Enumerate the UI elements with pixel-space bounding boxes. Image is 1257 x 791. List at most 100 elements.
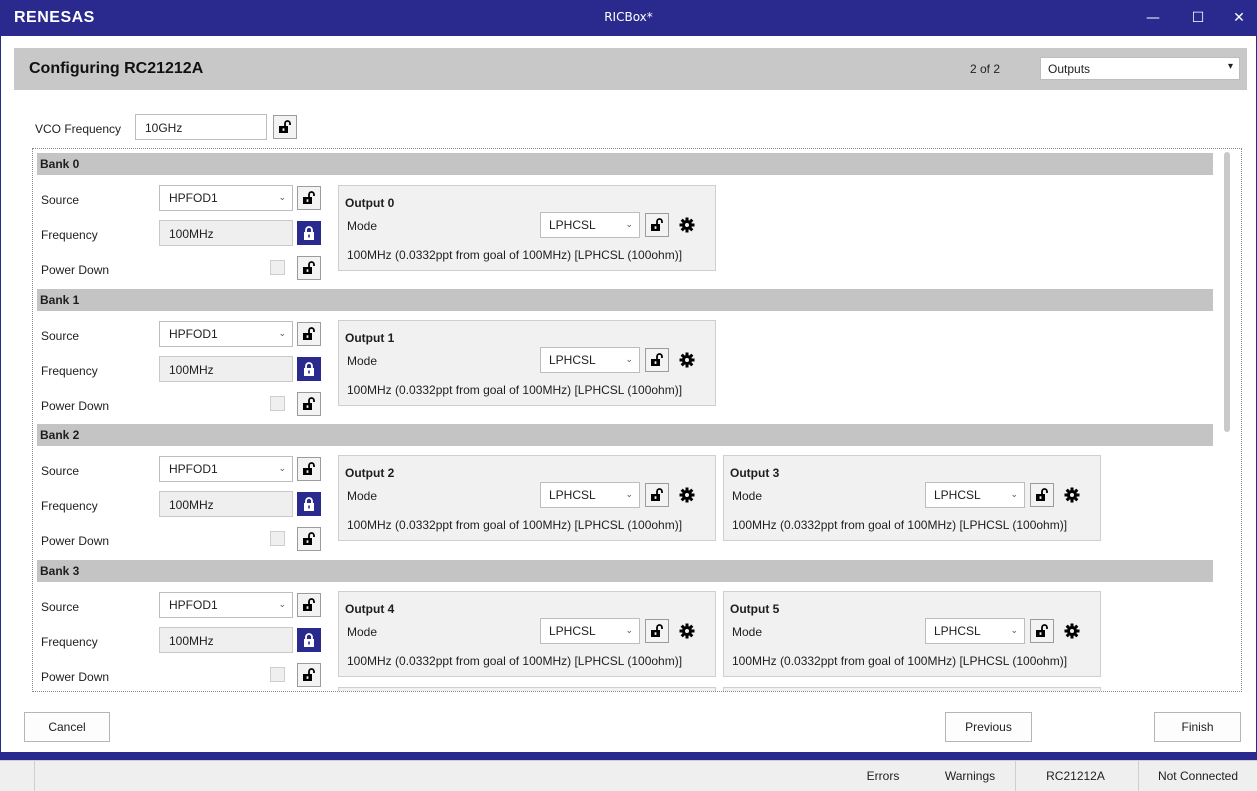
bank1-source-select[interactable]: HPFOD1 ⌄ xyxy=(159,321,293,347)
output-title: Output 4 xyxy=(345,602,395,616)
output2-mode-lock-button[interactable] xyxy=(645,483,669,507)
gear-icon xyxy=(1064,487,1080,503)
mode-label: Mode xyxy=(732,625,763,639)
cancel-button[interactable]: Cancel xyxy=(24,712,110,742)
output-summary: 100MHz (0.0332ppt from goal of 100MHz) [… xyxy=(732,518,1068,532)
bank0-frequency-lock-button[interactable] xyxy=(297,221,321,245)
bank2-source-lock-button[interactable] xyxy=(297,457,321,481)
chevron-down-icon: ⌄ xyxy=(1010,489,1018,499)
source-value: HPFOD1 xyxy=(169,327,218,341)
bank0-source-select[interactable]: HPFOD1 ⌄ xyxy=(159,185,293,211)
output0-mode-lock-button[interactable] xyxy=(645,213,669,237)
chevron-down-icon: ⌄ xyxy=(625,625,633,635)
output-title: Output 5 xyxy=(730,602,780,616)
bank1-frequency-lock-button[interactable] xyxy=(297,357,321,381)
output-summary: 100MHz (0.0332ppt from goal of 100MHz) [… xyxy=(347,654,683,668)
bank2-frequency-lock-button[interactable] xyxy=(297,492,321,516)
output3-mode-select[interactable]: LPHCSL ⌄ xyxy=(925,482,1025,508)
vertical-scrollbar[interactable] xyxy=(1224,152,1230,432)
minimize-icon[interactable]: — xyxy=(1135,0,1171,36)
output3-mode-lock-button[interactable] xyxy=(1030,483,1054,507)
bank3-frequency-lock-button[interactable] xyxy=(297,628,321,652)
power-down-label: Power Down xyxy=(41,534,110,548)
chevron-down-icon: ⌄ xyxy=(278,192,286,202)
output-card-4: Output 4 Mode LPHCSL ⌄ 100MHz (0.0332ppt… xyxy=(338,591,716,677)
chevron-down-icon: ⌄ xyxy=(278,599,286,609)
bank1-power-down-lock-button[interactable] xyxy=(297,392,321,416)
output5-mode-lock-button[interactable] xyxy=(1030,619,1054,643)
bank3-source-select[interactable]: HPFOD1 ⌄ xyxy=(159,592,293,618)
frequency-label: Frequency xyxy=(41,364,98,378)
output1-settings-button[interactable] xyxy=(675,348,699,372)
title-bar[interactable]: RENESAS RICBox* — ☐ ✕ xyxy=(0,0,1257,36)
power-down-label: Power Down xyxy=(41,263,110,277)
banks-scroll-area[interactable]: Bank 0 Source HPFOD1 ⌄ Frequency 100MHz … xyxy=(32,148,1242,692)
gear-icon xyxy=(679,487,695,503)
unlock-icon xyxy=(303,598,315,611)
window-bottom-border xyxy=(0,752,1257,760)
output-card-3: Output 3 Mode LPHCSL ⌄ 100MHz (0.0332ppt… xyxy=(723,455,1101,541)
output1-mode-lock-button[interactable] xyxy=(645,348,669,372)
gear-icon xyxy=(679,217,695,233)
bank1-frequency-input[interactable]: 100MHz xyxy=(159,356,293,382)
bank3-frequency-input[interactable]: 100MHz xyxy=(159,627,293,653)
output2-mode-select[interactable]: LPHCSL ⌄ xyxy=(540,482,640,508)
source-value: HPFOD1 xyxy=(169,191,218,205)
close-icon[interactable]: ✕ xyxy=(1221,0,1257,36)
output-card-partial xyxy=(723,687,1101,691)
unlock-icon xyxy=(651,488,663,501)
finish-button[interactable]: Finish xyxy=(1154,712,1241,742)
maximize-icon[interactable]: ☐ xyxy=(1180,0,1216,36)
bank2-source-select[interactable]: HPFOD1 ⌄ xyxy=(159,456,293,482)
unlock-icon xyxy=(303,532,315,545)
bank0-source-lock-button[interactable] xyxy=(297,186,321,210)
output0-settings-button[interactable] xyxy=(675,213,699,237)
output4-settings-button[interactable] xyxy=(675,619,699,643)
unlock-icon xyxy=(303,397,315,410)
connection-status: Not Connected xyxy=(1138,761,1257,791)
bank1-power-down-checkbox[interactable] xyxy=(270,396,285,411)
unlock-icon xyxy=(1036,488,1048,501)
status-bar: Errors Warnings RC21212A Not Connected xyxy=(0,760,1257,791)
bank2-power-down-lock-button[interactable] xyxy=(297,527,321,551)
frequency-label: Frequency xyxy=(41,228,98,242)
vco-frequency-input[interactable]: 10GHz xyxy=(135,114,267,140)
lock-icon xyxy=(304,362,314,376)
output0-mode-select[interactable]: LPHCSL ⌄ xyxy=(540,212,640,238)
chevron-down-icon: ⌄ xyxy=(625,489,633,499)
bank1-source-lock-button[interactable] xyxy=(297,322,321,346)
unlock-icon xyxy=(303,462,315,475)
page-select[interactable]: Outputs ▾ xyxy=(1040,57,1240,80)
output-summary: 100MHz (0.0332ppt from goal of 100MHz) [… xyxy=(347,518,683,532)
output5-settings-button[interactable] xyxy=(1060,619,1084,643)
lock-icon xyxy=(304,633,314,647)
bank3-power-down-lock-button[interactable] xyxy=(297,663,321,687)
output1-mode-select[interactable]: LPHCSL ⌄ xyxy=(540,347,640,373)
output3-settings-button[interactable] xyxy=(1060,483,1084,507)
source-label: Source xyxy=(41,193,80,207)
output5-mode-select[interactable]: LPHCSL ⌄ xyxy=(925,618,1025,644)
warnings-status[interactable]: Warnings xyxy=(925,761,1015,791)
output4-mode-lock-button[interactable] xyxy=(645,619,669,643)
bank0-power-down-lock-button[interactable] xyxy=(297,256,321,280)
page-counter: 2 of 2 xyxy=(970,62,1001,76)
page-title: Configuring RC21212A xyxy=(29,60,204,77)
unlock-icon xyxy=(1036,624,1048,637)
previous-button[interactable]: Previous xyxy=(945,712,1032,742)
errors-status[interactable]: Errors xyxy=(848,761,918,791)
bank0-power-down-checkbox[interactable] xyxy=(270,260,285,275)
output-card-1: Output 1 Mode LPHCSL ⌄ 100MHz (0.0332ppt… xyxy=(338,320,716,406)
mode-value: LPHCSL xyxy=(549,624,596,638)
wizard-header: Configuring RC21212A 2 of 2 Outputs ▾ xyxy=(14,48,1247,90)
bank2-power-down-checkbox[interactable] xyxy=(270,531,285,546)
unlock-icon xyxy=(303,668,315,681)
vco-lock-button[interactable] xyxy=(273,115,297,139)
bank2-frequency-input[interactable]: 100MHz xyxy=(159,491,293,517)
output4-mode-select[interactable]: LPHCSL ⌄ xyxy=(540,618,640,644)
output2-settings-button[interactable] xyxy=(675,483,699,507)
bank3-source-lock-button[interactable] xyxy=(297,593,321,617)
output-card-partial xyxy=(338,687,716,691)
bank3-power-down-checkbox[interactable] xyxy=(270,667,285,682)
page-select-value: Outputs xyxy=(1048,62,1091,76)
bank0-frequency-input[interactable]: 100MHz xyxy=(159,220,293,246)
